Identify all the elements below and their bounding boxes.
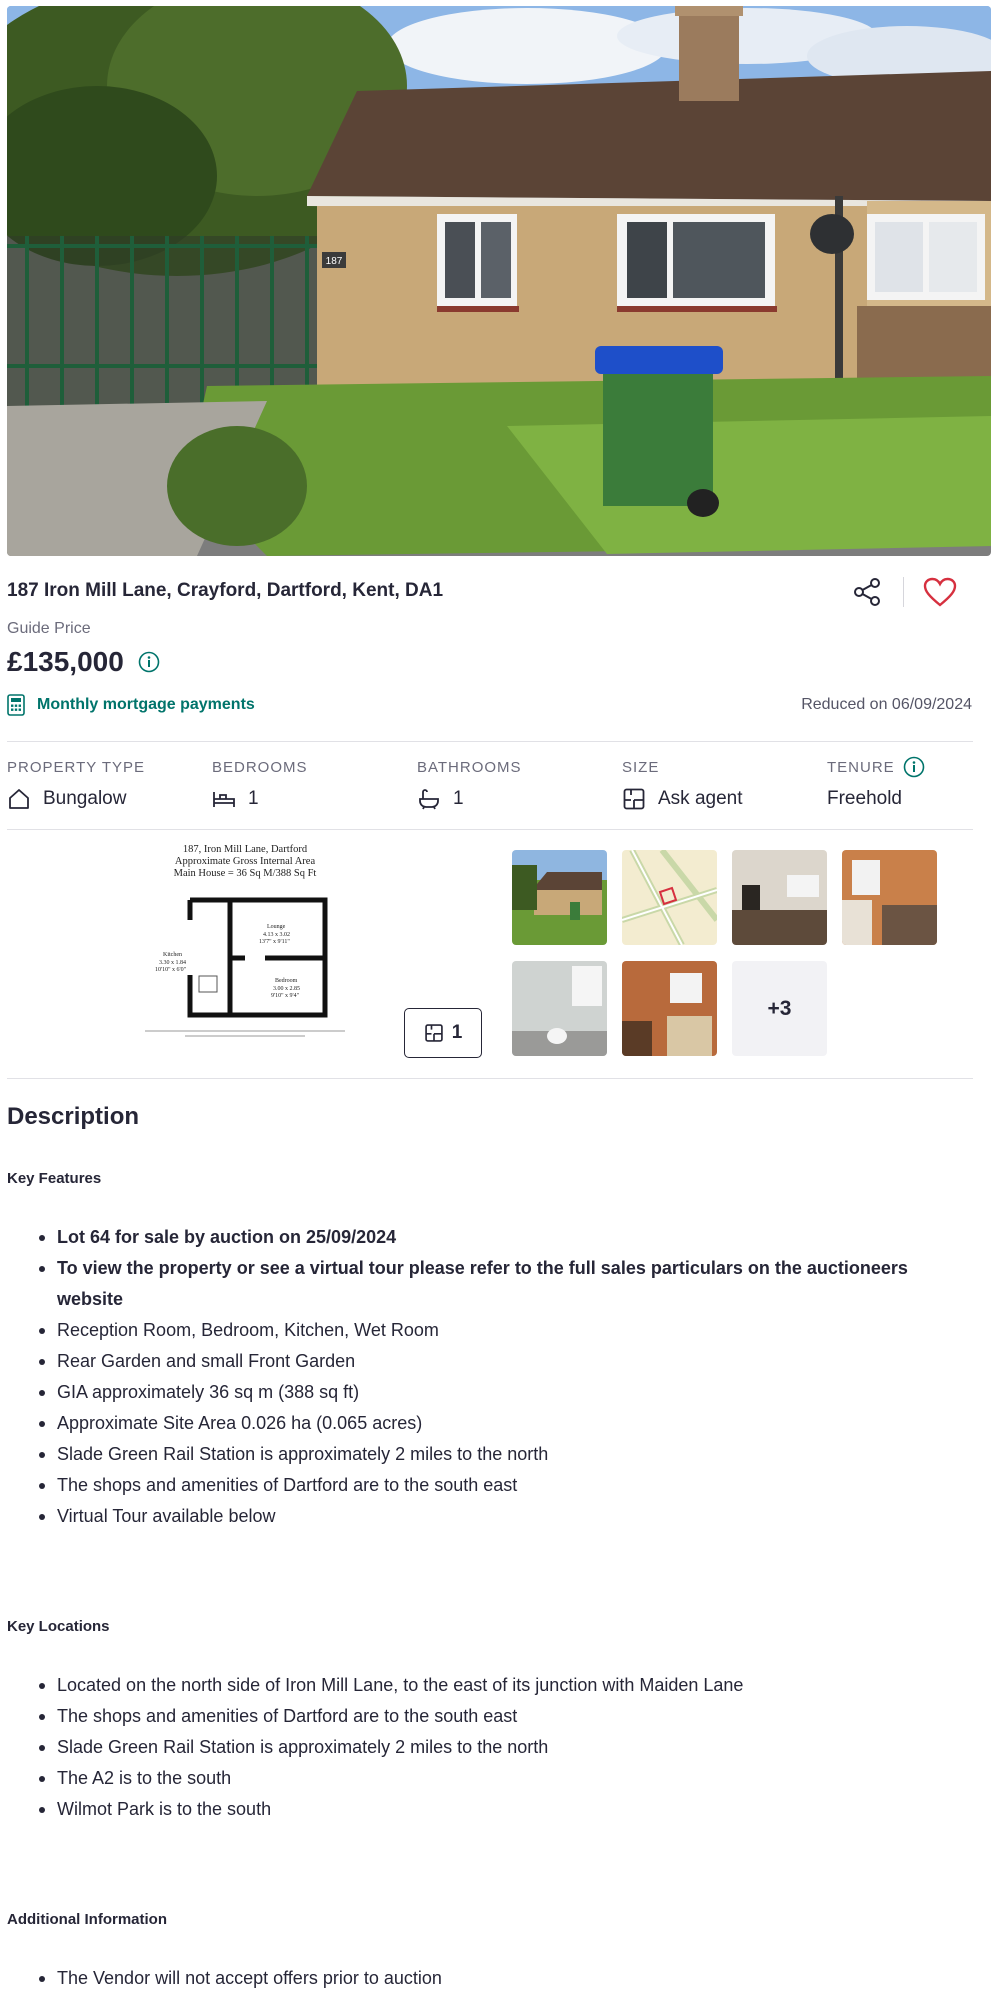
- floorplan-count: 1: [451, 1022, 463, 1043]
- photo-thumbnail[interactable]: [842, 850, 937, 945]
- room-dims-lounge: 4.13 x 3.02: [263, 932, 290, 938]
- floorplan-subtitle: Approximate Gross Internal Area: [174, 856, 316, 867]
- key-info-value: Bungalow: [43, 788, 127, 809]
- bath-icon: [419, 789, 439, 810]
- key-info-label: BEDROOMS: [212, 758, 308, 776]
- room-dims-kitchen-ft: 10'10" x 6'0": [155, 967, 187, 973]
- description-heading: Description: [7, 1103, 140, 1130]
- list-item: Reception Room, Bedroom, Kitchen, Wet Ro…: [39, 1315, 957, 1346]
- tenure-info-icon[interactable]: [903, 756, 925, 778]
- photo-thumbnail[interactable]: [732, 850, 827, 945]
- guide-price-label: Guide Price: [7, 620, 91, 637]
- floorplan-icon: [424, 1024, 443, 1042]
- list-item: Slade Green Rail Station is approximatel…: [39, 1732, 957, 1763]
- list-item: The shops and amenities of Dartford are …: [39, 1470, 957, 1501]
- key-features-heading: Key Features: [7, 1170, 102, 1187]
- calculator-icon: [7, 694, 25, 716]
- room-label-kitchen: Kitchen: [163, 952, 182, 958]
- list-item: GIA approximately 36 sq m (388 sq ft): [39, 1377, 957, 1408]
- thumbnail-bedroom: [622, 961, 717, 1056]
- key-info-size: SIZE Ask agent: [622, 756, 822, 812]
- bungalow-photo-illustration: 187: [7, 6, 991, 556]
- list-item: Located on the north side of Iron Mill L…: [39, 1670, 957, 1701]
- mortgage-link[interactable]: Monthly mortgage payments: [7, 694, 255, 716]
- key-info-value: 1: [248, 788, 259, 809]
- list-item: Virtual Tour available below: [39, 1501, 957, 1532]
- price-row: £135,000: [7, 646, 160, 678]
- main-property-photo[interactable]: 187: [7, 6, 991, 556]
- list-item: Lot 64 for sale by auction on 25/09/2024: [39, 1222, 957, 1253]
- thumbnail-kitchen: [842, 850, 937, 945]
- list-item: To view the property or see a virtual to…: [39, 1253, 957, 1315]
- key-locations-heading: Key Locations: [7, 1618, 110, 1635]
- key-info-value: 1: [453, 788, 464, 809]
- reduced-date: Reduced on 06/09/2024: [801, 696, 972, 713]
- divider: [7, 829, 973, 830]
- heart-icon: [923, 577, 957, 607]
- house-number-sign: 187: [326, 256, 343, 267]
- photo-thumbnail[interactable]: [622, 961, 717, 1056]
- more-photos-count: +3: [767, 996, 792, 1020]
- key-info-bathrooms: BATHROOMS 1: [417, 756, 617, 812]
- key-info-label: BATHROOMS: [417, 758, 522, 776]
- thumbnail-exterior: [512, 850, 607, 945]
- photo-thumbnail[interactable]: [512, 961, 607, 1056]
- additional-information-heading: Additional Information: [7, 1911, 167, 1928]
- floorplan-thumbnail[interactable]: 187, Iron Mill Lane, Dartford Approximat…: [135, 844, 355, 1059]
- key-features-list: Lot 64 for sale by auction on 25/09/2024…: [39, 1222, 957, 1532]
- thumbnail-wet-room: [512, 961, 607, 1056]
- thumbnail-site-map: [622, 850, 717, 945]
- key-locations-list: Located on the north side of Iron Mill L…: [39, 1670, 957, 1825]
- favourite-button[interactable]: [918, 572, 962, 612]
- key-info-label: PROPERTY TYPE: [7, 758, 146, 776]
- floorplan-title: 187, Iron Mill Lane, Dartford: [182, 844, 308, 855]
- floorplan-area: Main House = 36 Sq M/388 Sq Ft: [173, 868, 317, 879]
- room-label-lounge: Lounge: [267, 924, 286, 930]
- additional-information-list: The Vendor will not accept offers prior …: [39, 1963, 957, 1994]
- price-info-icon[interactable]: [138, 651, 160, 673]
- thumbnail-lounge: [732, 850, 827, 945]
- share-button[interactable]: [845, 572, 889, 612]
- listing-actions: [845, 572, 962, 612]
- list-item: The Vendor will not accept offers prior …: [39, 1963, 957, 1994]
- room-dims-bedroom: 3.00 x 2.85: [273, 986, 300, 992]
- property-address: 187 Iron Mill Lane, Crayford, Dartford, …: [7, 580, 444, 601]
- list-item: Wilmot Park is to the south: [39, 1794, 957, 1825]
- key-info-bedrooms: BEDROOMS 1: [212, 756, 412, 812]
- room-dims-kitchen: 3.30 x 1.84: [159, 960, 186, 966]
- key-info-tenure: TENURE Freehold: [827, 756, 1000, 812]
- key-info-property-type: PROPERTY TYPE Bungalow: [7, 756, 207, 812]
- list-item: The A2 is to the south: [39, 1763, 957, 1794]
- price: £135,000: [7, 646, 124, 677]
- key-info-label: SIZE: [622, 758, 660, 776]
- room-dims-lounge-ft: 13'7" x 9'11": [259, 939, 290, 945]
- room-dims-bedroom-ft: 9'10" x 9'4": [271, 993, 300, 999]
- key-info-value: Freehold: [827, 788, 902, 809]
- floorplan-drawing: Kitchen 3.30 x 1.84 10'10" x 6'0" Lounge…: [145, 897, 345, 1037]
- key-info-label: TENURE: [827, 758, 895, 776]
- divider: [7, 1078, 973, 1079]
- bed-icon: [213, 792, 235, 807]
- list-item: Rear Garden and small Front Garden: [39, 1346, 957, 1377]
- share-icon: [854, 578, 880, 606]
- list-item: Slade Green Rail Station is approximatel…: [39, 1439, 957, 1470]
- house-icon: [9, 789, 29, 809]
- property-listing-page: 187 187 Iron Mill Lane, Crayford, Dartfo…: [0, 0, 1000, 2000]
- floorplan-icon: [623, 788, 645, 810]
- key-info-value: Ask agent: [658, 788, 743, 809]
- list-item: Approximate Site Area 0.026 ha (0.065 ac…: [39, 1408, 957, 1439]
- list-item: The shops and amenities of Dartford are …: [39, 1701, 957, 1732]
- more-photos-button[interactable]: +3: [732, 961, 827, 1056]
- floorplan-button[interactable]: 1: [404, 1008, 482, 1058]
- room-label-bedroom: Bedroom: [275, 978, 298, 984]
- photo-thumbnail[interactable]: [622, 850, 717, 945]
- divider: [7, 741, 973, 742]
- actions-divider: [903, 577, 904, 607]
- mortgage-link-label: Monthly mortgage payments: [37, 696, 255, 713]
- photo-thumbnail[interactable]: [512, 850, 607, 945]
